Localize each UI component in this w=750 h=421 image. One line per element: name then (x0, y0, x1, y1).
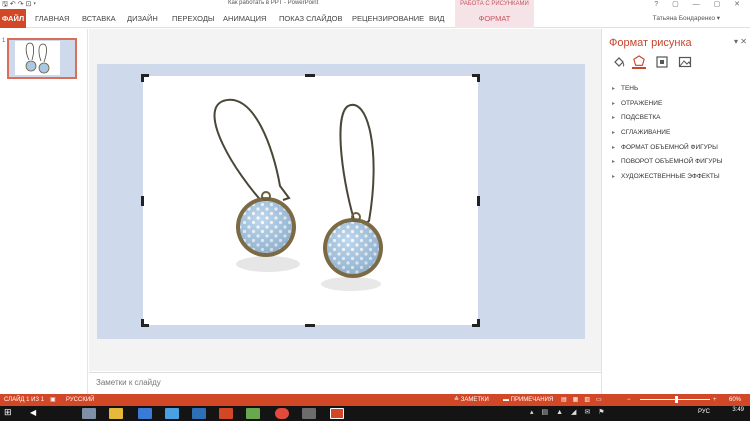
tray-icons[interactable]: ▴▤▲◢✉⚑ (530, 408, 613, 416)
title-bar: 🖫 ↶ ↷ ⊡ ▾ Как работать в PPT - PowerPoin… (0, 0, 750, 9)
crop-handle-left[interactable] (141, 196, 144, 206)
tab-slideshow[interactable]: ПОКАЗ СЛАЙДОВ (279, 9, 343, 28)
taskbar-app-icon[interactable] (246, 408, 260, 419)
picture-icon[interactable] (678, 55, 692, 69)
user-account[interactable]: Татьяна Бондаренко ▾ (653, 9, 720, 28)
section-label: ПОВОРОТ ОБЪЕМНОЙ ФИГУРЫ (621, 158, 723, 166)
tab-insert[interactable]: ВСТАВКА (82, 9, 116, 28)
slide-thumbnail-pane: 1 (0, 29, 88, 394)
section-label: ПОДСВЕТКА (621, 114, 661, 122)
taskbar-app-icon[interactable] (82, 408, 96, 419)
section-3d-rotation[interactable]: ▸ ПОВОРОТ ОБЪЕМНОЙ ФИГУРЫ (611, 155, 749, 170)
notes-pane[interactable]: Заметки к слайду (89, 372, 601, 394)
comments-button-label: ПРИМЕЧАНИЯ (510, 397, 554, 403)
window-title: Как работать в PPT - PowerPoint (228, 0, 319, 6)
crop-handle-top-left[interactable] (141, 74, 149, 82)
section-shadow[interactable]: ▸ ТЕНЬ (611, 82, 749, 97)
powerpoint-icon[interactable] (330, 408, 344, 419)
earrings-picture[interactable] (141, 74, 480, 327)
crop-handle-right[interactable] (477, 196, 480, 206)
language-indicator[interactable]: РУССКИЙ (66, 394, 94, 406)
file-explorer-icon[interactable] (109, 408, 123, 419)
language-switch[interactable]: РУС (698, 409, 710, 415)
start-icon[interactable]: ⊞ (4, 407, 12, 418)
tab-animation[interactable]: АНИМАЦИЯ (223, 9, 266, 28)
effects-icon[interactable] (632, 55, 646, 69)
section-artistic-effects[interactable]: ▸ ХУДОЖЕСТВЕННЫЕ ЭФФЕКТЫ (611, 170, 749, 185)
comments-button[interactable]: ▬ ПРИМЕЧАНИЯ (503, 394, 553, 406)
slide-canvas[interactable] (97, 64, 585, 339)
windows-taskbar: ⊞ ◀ ▴▤▲◢✉⚑ РУС 3:49 (0, 406, 750, 421)
back-icon[interactable]: ◀ (30, 408, 36, 417)
pane-sections: ▸ ТЕНЬ ▸ ОТРАЖЕНИЕ ▸ ПОДСВЕТКА ▸ СГЛАЖИВАНИЕ… (611, 82, 749, 185)
ribbon-tabs: ФАЙЛ ГЛАВНАЯ ВСТАВКА ДИЗАЙН ПЕРЕХОДЫ АНИ… (0, 9, 750, 28)
tab-review[interactable]: РЕЦЕНЗИРОВАНИЕ (352, 9, 424, 28)
word-icon[interactable] (192, 408, 206, 419)
earrings-image (213, 98, 383, 291)
tab-transitions[interactable]: ПЕРЕХОДЫ (172, 9, 215, 28)
taskbar-app-icon[interactable] (165, 408, 179, 419)
section-label: ОТРАЖЕНИЕ (621, 99, 663, 107)
slide-number: 1 (2, 38, 6, 44)
chevron-right-icon: ▸ (612, 130, 616, 137)
section-soft-edges[interactable]: ▸ СГЛАЖИВАНИЕ (611, 126, 749, 141)
section-3d-format[interactable]: ▸ ФОРМАТ ОБЪЕМНОЙ ФИГУРЫ (611, 141, 749, 156)
pane-close-button[interactable]: ▾ ✕ (734, 37, 747, 46)
status-bar: СЛАЙД 1 ИЗ 1 ▣ РУССКИЙ ≙ ЗАМЕТКИ ▬ ПРИМЕ… (0, 394, 750, 406)
zoom-in-button[interactable]: + (713, 394, 717, 406)
zoom-slider-thumb[interactable] (675, 396, 678, 403)
section-glow[interactable]: ▸ ПОДСВЕТКА (611, 111, 749, 126)
section-reflection[interactable]: ▸ ОТРАЖЕНИЕ (611, 97, 749, 112)
chevron-right-icon: ▸ (612, 86, 616, 92)
picture-tools-context-title: РАБОТА С РИСУНКАМИ (455, 0, 534, 9)
crop-handle-bottom-right[interactable] (472, 319, 480, 327)
taskbar-app-icon[interactable] (302, 408, 316, 419)
crop-handle-bottom[interactable] (305, 324, 315, 327)
section-label: ТЕНЬ (621, 85, 639, 92)
notes-placeholder: Заметки к слайду (96, 378, 161, 387)
tab-view[interactable]: ВИД (429, 9, 444, 28)
crop-handle-top-right[interactable] (472, 74, 480, 82)
store-icon[interactable] (138, 408, 152, 419)
size-properties-icon[interactable] (655, 55, 669, 69)
slide-counter: СЛАЙД 1 ИЗ 1 (4, 397, 45, 403)
tab-design[interactable]: ДИЗАЙН (127, 9, 158, 28)
notes-button-label: ЗАМЕТКИ (460, 397, 489, 403)
window-controls[interactable]: ? ▢ — ▢ ✕ (654, 0, 746, 8)
notes-button[interactable]: ≙ ЗАМЕТКИ (454, 394, 489, 406)
chevron-right-icon: ▸ (612, 159, 616, 166)
tab-home[interactable]: ГЛАВНАЯ (35, 9, 69, 28)
pane-title: Формат рисунка (609, 37, 692, 49)
chevron-right-icon: ▸ (612, 144, 616, 151)
spellcheck-icon[interactable]: ▣ (50, 394, 56, 406)
chevron-right-icon: ▸ (612, 174, 616, 181)
format-picture-pane: Формат рисунка ▾ ✕ ▸ ТЕНЬ ▸ ОТРАЖЕНИЕ ▸ ПОД… (601, 29, 750, 394)
slide-editing-area (89, 29, 601, 371)
section-label: ФОРМАТ ОБЪЕМНОЙ ФИГУРЫ (621, 143, 718, 151)
tab-format[interactable]: ФОРМАТ (455, 9, 534, 28)
crop-handle-bottom-left[interactable] (141, 319, 149, 327)
clock[interactable]: 3:49 (732, 407, 744, 414)
slide-thumbnail[interactable] (7, 38, 77, 79)
powerpoint-window: 🖫 ↶ ↷ ⊡ ▾ Как работать в PPT - PowerPoin… (0, 0, 750, 421)
crop-handle-top[interactable] (305, 74, 315, 77)
thumbnail-earrings-image (9, 40, 75, 77)
tab-file[interactable]: ФАЙЛ (0, 9, 26, 28)
section-label: СГЛАЖИВАНИЕ (621, 129, 671, 137)
zoom-level[interactable]: 60% (729, 394, 741, 406)
chevron-right-icon: ▸ (612, 115, 616, 122)
zoom-out-button[interactable]: − (627, 394, 631, 406)
fill-line-icon[interactable] (612, 55, 626, 69)
taskbar-app-icon[interactable] (219, 408, 233, 419)
view-buttons[interactable]: ▤▦▥▭ (561, 394, 608, 406)
chrome-icon[interactable] (275, 408, 289, 419)
chevron-right-icon: ▸ (612, 100, 616, 107)
section-label: ХУДОЖЕСТВЕННЫЕ ЭФФЕКТЫ (621, 173, 720, 181)
